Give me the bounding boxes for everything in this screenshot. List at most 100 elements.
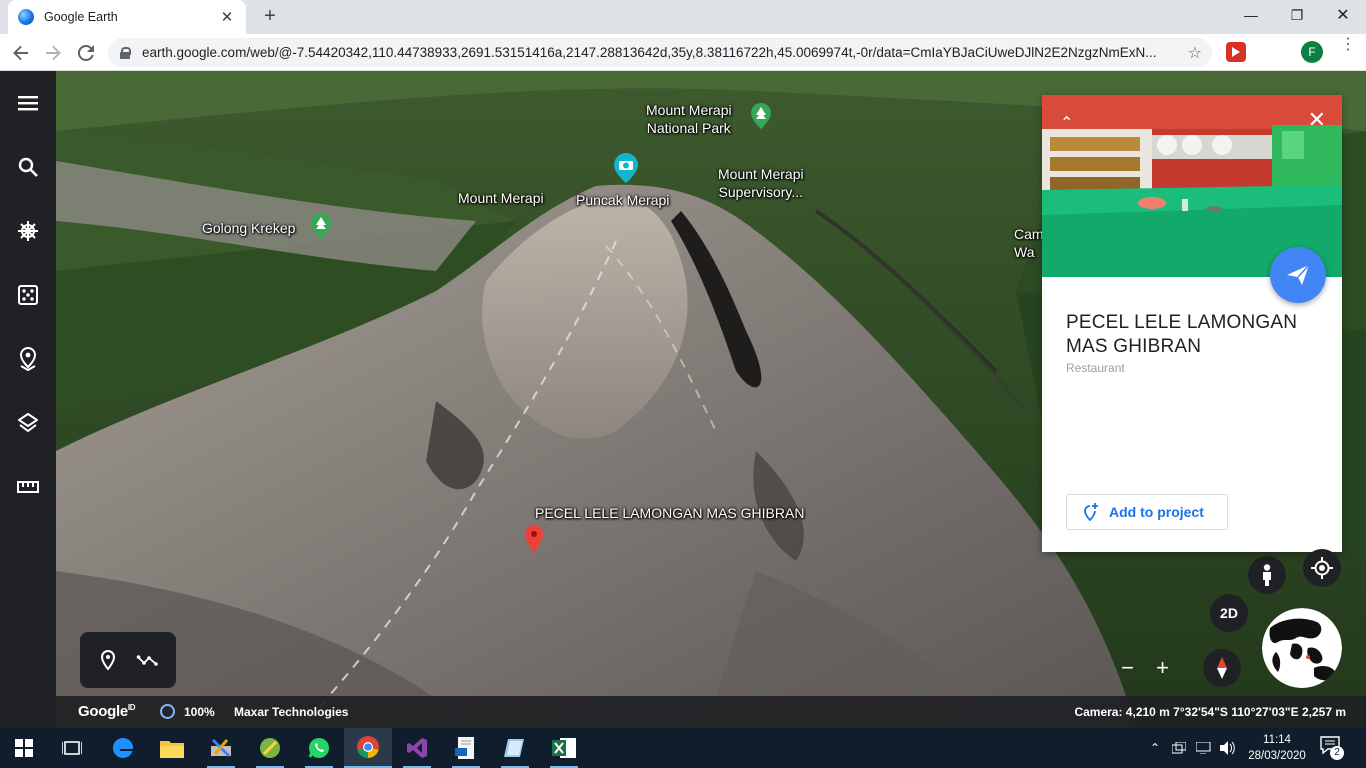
file-explorer-taskbar-button[interactable]: [148, 728, 196, 768]
voyager-wheel-icon[interactable]: [14, 217, 42, 245]
extension-red-icon[interactable]: [1226, 42, 1246, 62]
google-id-logo: GoogleID: [78, 703, 136, 720]
golong-tree-pin-icon[interactable]: [311, 213, 331, 239]
pegman-icon: [1263, 564, 1271, 586]
green-app-taskbar-button[interactable]: [246, 728, 294, 768]
compass-needle-icon: [1217, 657, 1227, 679]
window-close-button[interactable]: ✕: [1320, 0, 1366, 30]
chrome-icon: [357, 736, 379, 758]
start-button[interactable]: [0, 728, 48, 768]
label-partial-right[interactable]: Cam Wa: [1014, 225, 1044, 261]
task-view-icon: [62, 741, 82, 755]
earth-status-bar: GoogleID 100% Maxar Technologies Camera:…: [56, 696, 1366, 728]
visual-studio-icon: [407, 738, 427, 758]
google-earth-favicon-icon: [18, 9, 34, 25]
add-placemark-icon[interactable]: [96, 648, 120, 672]
drawing-tools: [80, 632, 176, 688]
label-puncak-merapi[interactable]: Puncak Merapi: [576, 191, 669, 209]
network-icon[interactable]: [1196, 742, 1212, 754]
collapse-chevron-icon[interactable]: ⌃: [1060, 113, 1073, 133]
card-close-button[interactable]: ✕: [1308, 109, 1326, 131]
restaurant-red-pin-icon[interactable]: [525, 525, 543, 553]
edge-taskbar-button[interactable]: [99, 728, 147, 768]
compass-button[interactable]: [1203, 649, 1241, 687]
zoom-in-button[interactable]: +: [1156, 655, 1169, 681]
label-mount-merapi-national-park[interactable]: Mount Merapi National Park: [646, 101, 732, 137]
tools-app-taskbar-button[interactable]: [197, 728, 245, 768]
add-pin-icon: [1084, 503, 1098, 521]
place-info-card: ⌃ ✕ PECEL LELE LAMONGAN MAS GHIBRAN Rest…: [1042, 95, 1342, 552]
bookmark-star-icon[interactable]: ☆: [1188, 43, 1202, 63]
green-globe-app-icon: [260, 738, 280, 758]
notes-app-icon: [504, 739, 524, 757]
tab-close-button[interactable]: ✕: [218, 8, 236, 26]
tab-title: Google Earth: [44, 10, 118, 24]
profile-avatar[interactable]: F: [1301, 41, 1323, 63]
lock-icon: [120, 46, 131, 59]
browser-titlebar: Google Earth ✕ + — ❐ ✕: [0, 0, 1366, 34]
excel-taskbar-button[interactable]: [540, 728, 588, 768]
folder-icon: [160, 741, 184, 758]
clock-date: 28/03/2020: [1248, 750, 1306, 762]
browser-tab[interactable]: Google Earth ✕: [8, 0, 246, 34]
forward-arrow-icon[interactable]: [40, 40, 66, 66]
place-category: Restaurant: [1066, 361, 1125, 375]
label-mount-merapi[interactable]: Mount Merapi: [458, 189, 544, 207]
tray-app-icon[interactable]: [1172, 742, 1187, 754]
camera-readout: Camera: 4,210 m 7°32'54"S 110°27'03"E 2,…: [1074, 705, 1346, 719]
reload-icon[interactable]: [73, 40, 99, 66]
my-location-button[interactable]: [1303, 549, 1341, 587]
pegman-street-view-button[interactable]: [1248, 556, 1286, 594]
notes-app-taskbar-button[interactable]: [491, 728, 539, 768]
paper-plane-icon: [1287, 265, 1309, 285]
browser-toolbar: earth.google.com/web/@-7.54420342,110.44…: [0, 34, 1366, 722]
load-percent: 100%: [184, 705, 215, 719]
mini-globe[interactable]: [1262, 608, 1342, 688]
browser-menu-icon[interactable]: ⋮: [1340, 37, 1356, 53]
address-bar[interactable]: earth.google.com/web/@-7.54420342,110.44…: [108, 38, 1212, 67]
my-location-icon: [1311, 557, 1333, 579]
window-restore-button[interactable]: ❐: [1274, 0, 1320, 30]
park-tree-pin-icon[interactable]: [751, 103, 771, 129]
add-to-project-label: Add to project: [1109, 504, 1204, 520]
measure-ruler-icon[interactable]: [14, 473, 42, 501]
draw-path-icon[interactable]: [136, 648, 160, 672]
earth-sidebar: [0, 71, 56, 728]
url-text: earth.google.com/web/@-7.54420342,110.44…: [142, 45, 1157, 60]
volume-icon[interactable]: [1220, 741, 1236, 755]
chrome-taskbar-button[interactable]: [344, 728, 392, 768]
taskbar-clock[interactable]: 11:14 28/03/2020: [1244, 732, 1310, 764]
imagery-attribution[interactable]: Maxar Technologies: [234, 705, 348, 719]
map-style-layers-icon[interactable]: [14, 409, 42, 437]
notification-count-badge: 2: [1330, 746, 1344, 760]
tray-expand-chevron-icon[interactable]: ⌃: [1150, 741, 1160, 755]
label-restaurant-marker[interactable]: PECEL LELE LAMONGAN MAS GHIBRAN: [535, 504, 804, 522]
label-mount-merapi-supervisory[interactable]: Mount Merapi Supervisory...: [718, 165, 804, 201]
document-app-icon: [455, 737, 474, 759]
action-center-button[interactable]: 2: [1320, 736, 1346, 760]
share-send-button[interactable]: [1270, 247, 1326, 303]
task-view-button[interactable]: [48, 728, 96, 768]
projects-pin-icon[interactable]: [14, 345, 42, 373]
windows-logo-icon: [15, 739, 33, 757]
new-tab-button[interactable]: +: [258, 4, 282, 28]
whatsapp-icon: [308, 738, 329, 758]
zoom-controls: − +: [1110, 652, 1180, 684]
edge-browser-icon: [112, 737, 134, 758]
window-minimize-button[interactable]: —: [1228, 0, 1274, 30]
label-golong-krekep[interactable]: Golong Krekep: [202, 219, 295, 237]
toggle-2d-button[interactable]: 2D: [1210, 594, 1248, 632]
menu-icon[interactable]: [14, 89, 42, 117]
system-tray: ⌃: [1150, 728, 1236, 768]
back-arrow-icon[interactable]: [8, 40, 34, 66]
feeling-lucky-dice-icon[interactable]: [14, 281, 42, 309]
whatsapp-taskbar-button[interactable]: [295, 728, 343, 768]
document-app-taskbar-button[interactable]: [442, 728, 490, 768]
visual-studio-taskbar-button[interactable]: [393, 728, 441, 768]
loading-ring-icon: [160, 704, 175, 719]
search-icon[interactable]: [14, 153, 42, 181]
zoom-out-button[interactable]: −: [1121, 655, 1134, 681]
add-to-project-button[interactable]: Add to project: [1066, 494, 1228, 530]
photo-camera-pin-icon[interactable]: [614, 153, 638, 183]
place-title: PECEL LELE LAMONGAN MAS GHIBRAN: [1066, 312, 1298, 357]
